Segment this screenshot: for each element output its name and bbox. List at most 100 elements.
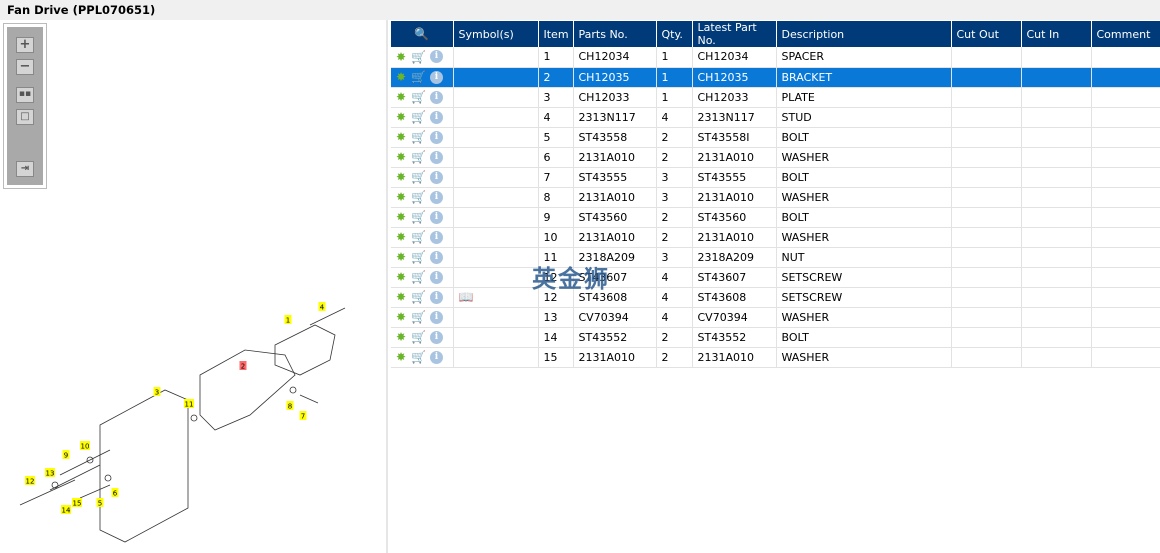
actual-size-button[interactable]: □ (16, 109, 34, 125)
table-row[interactable]: ✸ 🛒 i 5 ST43558 2 ST43558I BOLT (391, 127, 1160, 148)
callout-12[interactable]: 12 (25, 476, 35, 486)
column-header-cut-out[interactable]: Cut Out (951, 21, 1022, 47)
gear-icon[interactable]: ✸ (396, 110, 408, 124)
gear-icon[interactable]: ✸ (396, 90, 408, 104)
callout-6[interactable]: 6 (111, 488, 119, 498)
cart-icon[interactable]: 🛒 (411, 290, 427, 304)
cart-icon[interactable]: 🛒 (411, 110, 427, 124)
table-row[interactable]: ✸ 🛒 i 11 2318A209 3 2318A209 NUT (391, 247, 1160, 268)
callout-13[interactable]: 13 (45, 468, 55, 478)
callout-5[interactable]: 5 (96, 498, 104, 508)
cart-icon[interactable]: 🛒 (411, 310, 427, 324)
cart-icon[interactable]: 🛒 (411, 130, 427, 144)
info-icon[interactable]: i (430, 130, 443, 144)
cart-icon[interactable]: 🛒 (411, 50, 427, 64)
cart-icon[interactable]: 🛒 (411, 90, 427, 104)
gear-icon[interactable]: ✸ (396, 130, 408, 144)
column-header-comment[interactable]: Comment (1091, 21, 1160, 47)
table-row[interactable]: ✸ 🛒 i 10 2131A010 2 2131A010 WASHER (391, 227, 1160, 248)
column-header-latest-part-no[interactable]: Latest Part No. (692, 21, 777, 47)
gear-icon[interactable]: ✸ (396, 190, 408, 204)
callout-8[interactable]: 8 (286, 401, 294, 411)
table-row[interactable]: ✸ 🛒 i 📖 12 ST43608 4 ST43608 SETSCREW (391, 287, 1160, 308)
info-icon[interactable]: i (430, 190, 443, 204)
callout-4[interactable]: 4 (318, 302, 326, 312)
table-row[interactable]: ✸ 🛒 i 13 CV70394 4 CV70394 WASHER (391, 307, 1160, 328)
info-icon[interactable]: i (430, 230, 443, 244)
column-header-parts-no[interactable]: Parts No. (573, 21, 657, 47)
callout-15[interactable]: 15 (72, 498, 82, 508)
column-header-qty[interactable]: Qty. (656, 21, 693, 47)
column-header-description[interactable]: Description (776, 21, 952, 47)
callout-2[interactable]: 2 (239, 361, 247, 371)
info-icon[interactable]: i (430, 210, 443, 224)
parts-table[interactable]: 🔍 Symbol(s) Item Parts No. Qty. Latest P… (391, 21, 1160, 368)
callout-9[interactable]: 9 (62, 450, 70, 460)
cart-icon[interactable]: 🛒 (411, 150, 427, 164)
gear-icon[interactable]: ✸ (396, 50, 408, 64)
info-icon[interactable]: i (430, 330, 443, 344)
info-icon[interactable]: i (430, 50, 443, 64)
info-icon[interactable]: i (430, 250, 443, 264)
gear-icon[interactable]: ✸ (396, 170, 408, 184)
info-icon[interactable]: i (430, 310, 443, 324)
callout-3[interactable]: 3 (153, 387, 161, 397)
zoom-in-button[interactable]: + (16, 37, 34, 53)
callout-10[interactable]: 10 (80, 441, 90, 451)
gear-icon[interactable]: ✸ (396, 250, 408, 264)
gear-icon[interactable]: ✸ (396, 70, 408, 84)
search-column-header[interactable]: 🔍 (391, 21, 454, 47)
table-row[interactable]: ✸ 🛒 i 4 2313N117 4 2313N117 STUD (391, 107, 1160, 128)
cart-icon[interactable]: 🛒 (411, 250, 427, 264)
callout-11[interactable]: 11 (184, 399, 194, 409)
info-icon[interactable]: i (430, 70, 443, 84)
gear-icon[interactable]: ✸ (396, 330, 408, 344)
callout-7[interactable]: 7 (299, 411, 307, 421)
callout-1[interactable]: 1 (284, 315, 292, 325)
column-header-item[interactable]: Item (538, 21, 574, 47)
info-icon[interactable]: i (430, 110, 443, 124)
table-row[interactable]: ✸ 🛒 i 9 ST43560 2 ST43560 BOLT (391, 207, 1160, 228)
cut-out-cell (951, 167, 1022, 188)
table-row[interactable]: ✸ 🛒 i 7 ST43555 3 ST43555 BOLT (391, 167, 1160, 188)
callout-label: 7 (301, 413, 305, 421)
gear-icon[interactable]: ✸ (396, 310, 408, 324)
column-header-symbols[interactable]: Symbol(s) (453, 21, 539, 47)
diagram-panel[interactable]: + − ▪▪ □ ⇥ 1 4 2 3 11 8 7 10 9 13 12 6 15 5 14 (0, 20, 388, 553)
info-icon[interactable]: i (430, 90, 443, 104)
table-row[interactable]: ✸ 🛒 i 1 CH12034 1 CH12034 SPACER (391, 47, 1160, 68)
gear-icon[interactable]: ✸ (396, 230, 408, 244)
book-icon[interactable]: 📖 (459, 290, 474, 304)
cart-icon[interactable]: 🛒 (411, 330, 427, 344)
info-icon[interactable]: i (430, 170, 443, 184)
info-icon[interactable]: i (430, 350, 443, 364)
table-row[interactable]: ✸ 🛒 i 6 2131A010 2 2131A010 WASHER (391, 147, 1160, 168)
cart-icon[interactable]: 🛒 (411, 170, 427, 184)
gear-icon[interactable]: ✸ (396, 150, 408, 164)
cart-icon[interactable]: 🛒 (411, 350, 427, 364)
export-button[interactable]: ⇥ (16, 161, 34, 177)
table-row[interactable]: ✸ 🛒 i 14 ST43552 2 ST43552 BOLT (391, 327, 1160, 348)
cart-icon[interactable]: 🛒 (411, 210, 427, 224)
info-icon[interactable]: i (430, 270, 443, 284)
cart-icon[interactable]: 🛒 (411, 230, 427, 244)
cart-icon[interactable]: 🛒 (411, 70, 427, 84)
gear-icon[interactable]: ✸ (396, 290, 408, 304)
table-row[interactable]: ✸ 🛒 i 8 2131A010 3 2131A010 WASHER (391, 187, 1160, 208)
gear-icon[interactable]: ✸ (396, 350, 408, 364)
info-icon[interactable]: i (430, 150, 443, 164)
table-row[interactable]: ✸ 🛒 i 3 CH12033 1 CH12033 PLATE (391, 87, 1160, 108)
callout-label: 9 (64, 452, 68, 460)
table-row[interactable]: ✸ 🛒 i 2 CH12035 1 CH12035 BRACKET (391, 67, 1160, 88)
fit-all-button[interactable]: ▪▪ (16, 87, 34, 103)
cart-icon[interactable]: 🛒 (411, 270, 427, 284)
gear-icon[interactable]: ✸ (396, 270, 408, 284)
table-row[interactable]: ✸ 🛒 i 12 ST43607 4 ST43607 SETSCREW (391, 267, 1160, 288)
gear-icon[interactable]: ✸ (396, 210, 408, 224)
cart-icon[interactable]: 🛒 (411, 190, 427, 204)
table-row[interactable]: ✸ 🛒 i 15 2131A010 2 2131A010 WASHER (391, 347, 1160, 368)
zoom-out-button[interactable]: − (16, 59, 34, 75)
info-icon[interactable]: i (430, 290, 443, 304)
callout-14[interactable]: 14 (61, 505, 71, 515)
column-header-cut-in[interactable]: Cut In (1021, 21, 1092, 47)
